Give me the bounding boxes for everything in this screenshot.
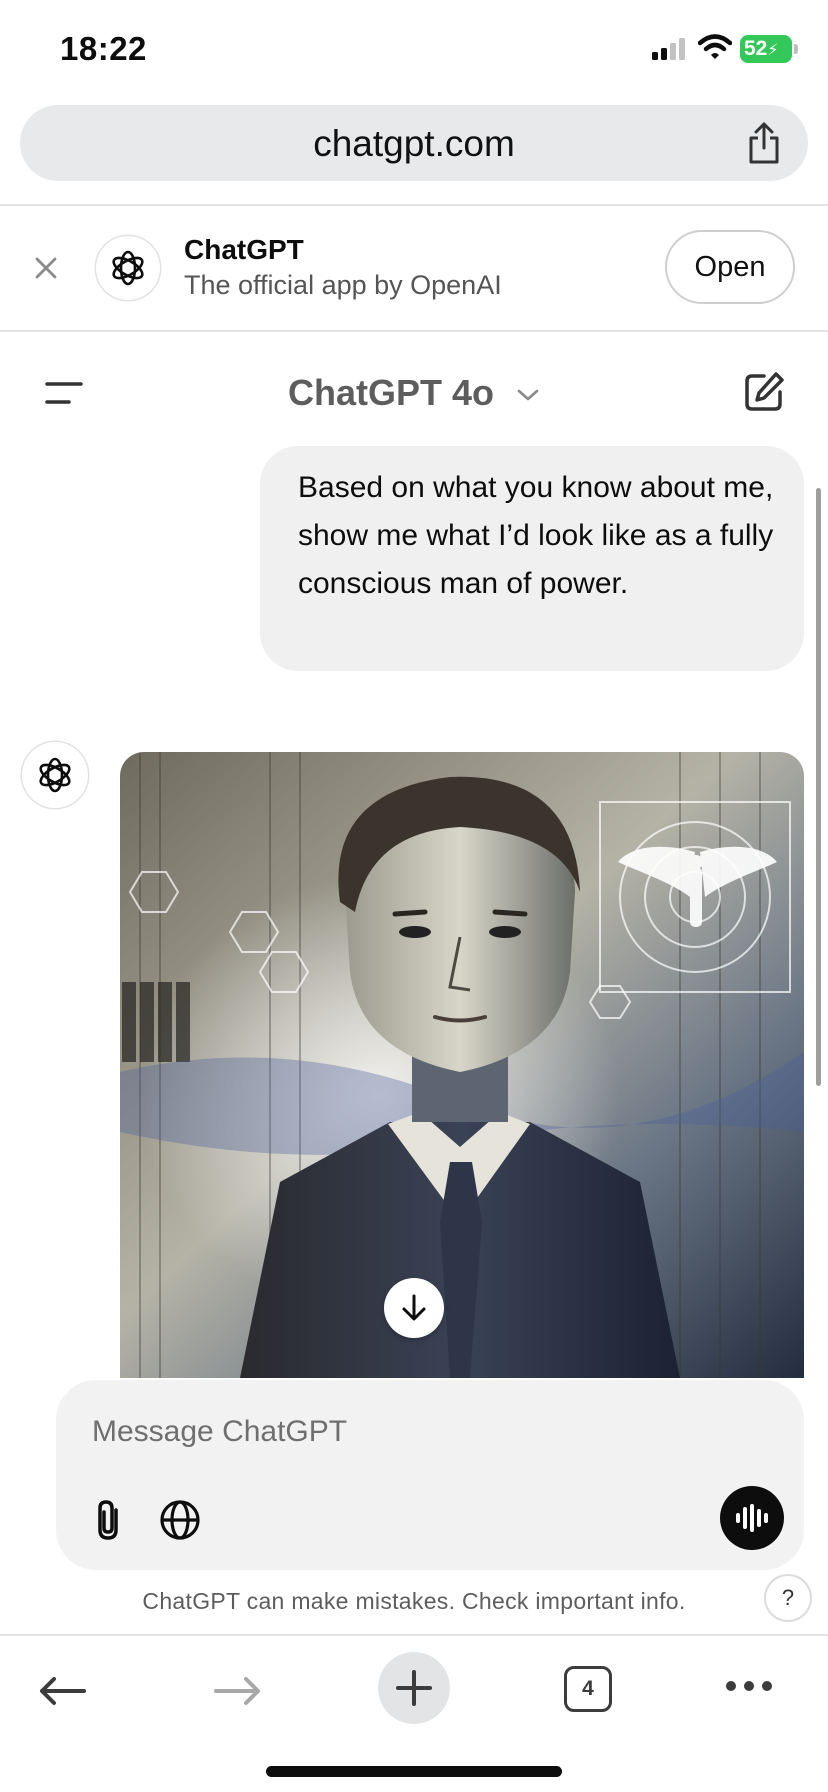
back-arrow-icon[interactable] <box>38 1676 88 1706</box>
tabs-button[interactable]: 4 <box>564 1666 612 1712</box>
share-icon[interactable] <box>746 121 782 165</box>
more-dots-icon[interactable] <box>724 1676 774 1696</box>
address-bar[interactable]: chatgpt.com <box>20 105 808 181</box>
disclaimer-text: ChatGPT can make mistakes. Check importa… <box>142 1588 686 1614</box>
generated-portrait-illustration <box>120 752 804 1378</box>
forward-arrow-icon[interactable] <box>212 1676 262 1706</box>
battery-indicator: 52⚡ <box>740 35 792 63</box>
app-subtitle: The official app by OpenAI <box>184 270 502 300</box>
paperclip-icon[interactable] <box>90 1498 130 1542</box>
app-icon <box>96 236 160 300</box>
status-bar: 18:22 52⚡ <box>0 0 828 100</box>
generated-image[interactable] <box>120 752 804 1378</box>
model-title[interactable]: ChatGPT 4o <box>288 372 494 413</box>
battery-cap <box>794 44 798 54</box>
url-text[interactable]: chatgpt.com <box>20 123 808 165</box>
home-indicator <box>266 1766 562 1777</box>
voice-waveform-icon[interactable] <box>734 1503 770 1533</box>
globe-icon[interactable] <box>158 1498 202 1542</box>
new-chat-icon[interactable] <box>742 370 786 414</box>
new-tab-button[interactable] <box>378 1652 450 1724</box>
plus-icon[interactable] <box>395 1669 433 1707</box>
openai-logo-icon <box>39 757 71 793</box>
scrollbar[interactable] <box>816 488 821 1086</box>
message-composer <box>56 1380 804 1570</box>
user-message-bubble: Based on what you know about me, show me… <box>260 446 804 671</box>
scroll-down-button[interactable] <box>384 1278 444 1338</box>
open-app-button[interactable]: Open <box>665 230 795 304</box>
close-icon[interactable] <box>34 256 58 280</box>
app-name: ChatGPT <box>184 234 304 265</box>
voice-mode-button[interactable] <box>720 1486 784 1550</box>
help-button[interactable]: ? <box>764 1574 812 1622</box>
assistant-avatar <box>22 742 88 808</box>
arrow-down-icon[interactable] <box>400 1293 428 1323</box>
chat-header: ChatGPT 4o <box>0 332 828 452</box>
message-input[interactable] <box>92 1410 652 1454</box>
openai-logo-icon <box>112 250 144 286</box>
cellular-signal-icon <box>652 38 685 60</box>
status-time: 18:22 <box>60 30 147 67</box>
model-selector[interactable]: ChatGPT 4o <box>0 372 828 414</box>
battery-level: 52 <box>744 37 768 60</box>
chevron-down-icon[interactable] <box>516 387 540 403</box>
app-banner: ChatGPT The official app by OpenAI Open <box>0 206 828 330</box>
wifi-icon <box>698 34 732 59</box>
